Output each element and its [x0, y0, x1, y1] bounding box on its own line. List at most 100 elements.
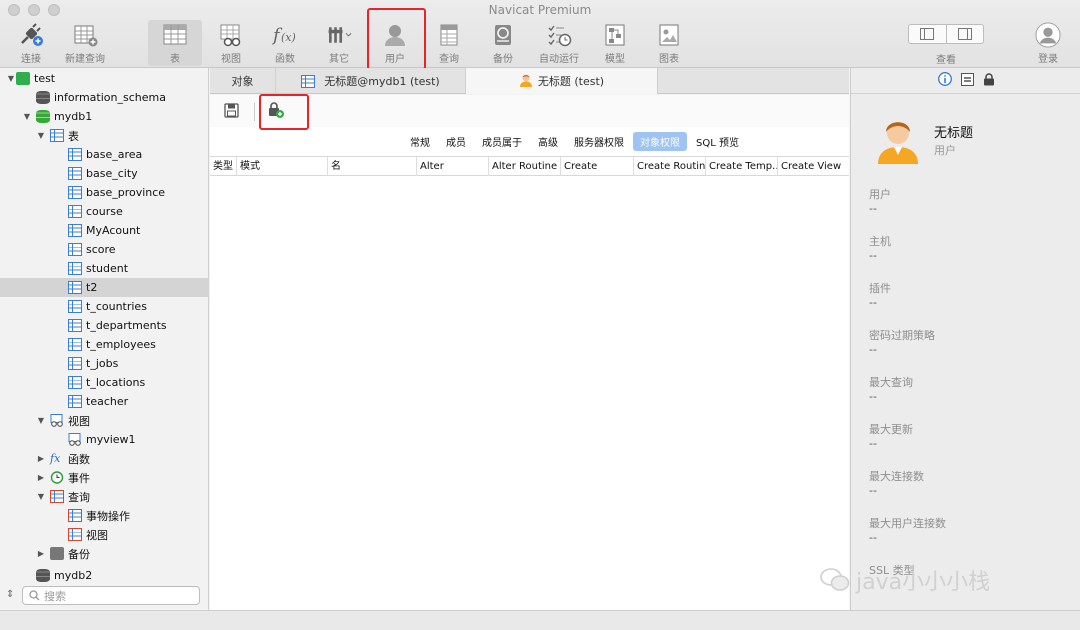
tree-table[interactable]: t_countries [0, 297, 209, 316]
column-header-create-routine[interactable]: Create Routine [634, 157, 706, 176]
tree-table[interactable]: base_province [0, 183, 209, 202]
table-icon [68, 262, 82, 275]
tree-table[interactable]: student [0, 259, 209, 278]
tree-table[interactable]: score [0, 240, 209, 259]
toolbar-table-button[interactable]: 表 [148, 20, 202, 66]
tree-table[interactable]: base_area [0, 145, 209, 164]
toolbar-function-button[interactable]: f (x) 函数 [258, 20, 312, 66]
search-input[interactable]: 搜索 [22, 586, 200, 605]
tree-table[interactable]: t_employees [0, 335, 209, 354]
toolbar-new-query-button[interactable]: 新建查询 [58, 20, 112, 66]
column-header-create[interactable]: Create [561, 157, 634, 176]
toolbar-other-button[interactable]: 其它 [312, 20, 366, 66]
query-icon [68, 509, 82, 522]
tree-table[interactable]: base_city [0, 164, 209, 183]
tree-table[interactable]: t_departments [0, 316, 209, 335]
info-icon[interactable] [937, 72, 952, 89]
disclosure-closed-icon[interactable]: ▶ [36, 473, 46, 482]
info-panel-toolbar [851, 68, 1080, 94]
disclosure-open-icon[interactable]: ▼ [36, 492, 46, 501]
tree-table[interactable]: t_locations [0, 373, 209, 392]
subtab-member-of[interactable]: 成员属于 [475, 132, 529, 151]
sidebar-toggle-icon[interactable] [909, 25, 946, 43]
toolbar-model-button[interactable]: 模型 [588, 20, 642, 66]
ddl-icon[interactable] [960, 72, 974, 89]
subtab-advanced[interactable]: 高级 [531, 132, 565, 151]
tree-query[interactable]: 视图 [0, 525, 209, 544]
field-max-queries-label: 最大查询 [869, 376, 913, 389]
table-icon [68, 300, 82, 313]
disclosure-open-icon[interactable]: ▼ [22, 112, 32, 121]
tree-db-information-schema[interactable]: information_schema [0, 88, 209, 107]
tab-table-designer[interactable]: 无标题@mydb1 (test) [276, 68, 466, 94]
disclosure-closed-icon[interactable]: ▶ [36, 454, 46, 463]
view-label: 查看 [936, 55, 956, 66]
tree-group-views[interactable]: ▼ 视图 [0, 411, 209, 430]
disclosure-open-icon[interactable]: ▼ [6, 74, 16, 83]
disclosure-open-icon[interactable]: ▼ [36, 416, 46, 425]
tree-table-selected[interactable]: t2 [0, 278, 209, 297]
field-max-user-connections-label: 最大用户连接数 [869, 517, 946, 530]
column-header-name[interactable]: 名 [328, 157, 417, 176]
search-placeholder: 搜索 [44, 589, 66, 603]
tab-objects[interactable]: 对象 [210, 68, 276, 94]
tree-item-label: myview1 [86, 433, 136, 446]
info-panel: 无标题 用户 用户 -- 主机 -- 插件 -- 密码过期策略 -- 最大查询 … [850, 68, 1080, 610]
column-header-type[interactable]: 类型 [210, 157, 237, 176]
function-icon: fx [50, 452, 61, 465]
save-icon[interactable] [224, 103, 239, 121]
subtab-general[interactable]: 常规 [403, 132, 437, 151]
subtab-members[interactable]: 成员 [439, 132, 473, 151]
subtab-object-privileges[interactable]: 对象权限 [633, 131, 688, 151]
toolbar-view-button[interactable]: 视图 [204, 20, 258, 66]
tree-table[interactable]: course [0, 202, 209, 221]
tree-group-queries[interactable]: ▼ 查询 [0, 487, 209, 506]
subtab-sql-preview[interactable]: SQL 预览 [689, 132, 746, 151]
tree-db-mydb2[interactable]: mydb2 [0, 566, 209, 585]
tree-table[interactable]: MyAcount [0, 221, 209, 240]
disclosure-closed-icon[interactable]: ▶ [36, 549, 46, 558]
tree-group-tables[interactable]: ▼ 表 [0, 126, 209, 145]
backup-icon [50, 547, 64, 560]
lock-icon[interactable] [983, 72, 995, 89]
column-header-create-temp[interactable]: Create Temp… [706, 157, 778, 176]
column-header-alter[interactable]: Alter [417, 157, 489, 176]
subtab-server-privileges[interactable]: 服务器权限 [567, 132, 631, 151]
toolbar-chart-button[interactable]: 图表 [642, 20, 696, 66]
tree-item-label: mydb2 [54, 569, 93, 582]
toolbar-connect-button[interactable]: 连接 [4, 20, 58, 66]
tree-group-functions[interactable]: ▶ fx 函数 [0, 449, 209, 468]
table-icon [68, 281, 82, 294]
tree-group-events[interactable]: ▶ 事件 [0, 468, 209, 487]
tree-db-mydb1[interactable]: ▼ mydb1 [0, 107, 209, 126]
info-panel-toggle-icon[interactable] [945, 25, 984, 43]
column-header-create-view[interactable]: Create View [778, 157, 849, 176]
tree-view[interactable]: myview1 [0, 430, 209, 449]
chart-icon [656, 22, 682, 48]
tree-connection-test[interactable]: ▼ test [0, 69, 209, 88]
column-header-schema[interactable]: 模式 [237, 157, 328, 176]
clock-icon [50, 471, 64, 484]
login-button[interactable]: 登录 [1021, 20, 1075, 66]
filter-stepper-icon[interactable]: ⇕ [6, 589, 14, 600]
disclosure-open-icon[interactable]: ▼ [36, 131, 46, 140]
tree-table[interactable]: teacher [0, 392, 209, 411]
watermark: java小小小栈 [820, 564, 990, 596]
tables-folder-icon [50, 129, 64, 142]
tree-query[interactable]: 事物操作 [0, 506, 209, 525]
column-header-alter-routine[interactable]: Alter Routine [489, 157, 561, 176]
watermark-text: java小小小栈 [856, 570, 991, 595]
privilege-grid-body[interactable] [210, 177, 849, 610]
tree-group-backups[interactable]: ▶ 备份 [0, 544, 209, 563]
table-icon [68, 186, 82, 199]
toolbar-backup-button[interactable]: 备份 [476, 20, 530, 66]
tree-item-label: t_countries [86, 300, 147, 313]
tab-user-editor[interactable]: 无标题 (test) [466, 68, 658, 94]
table-icon [68, 167, 82, 180]
tab-label: 无标题@mydb1 (test) [324, 75, 440, 88]
view-toggle[interactable] [908, 24, 984, 44]
toolbar-query-button[interactable]: 查询 [422, 20, 476, 66]
toolbar-schedule-button[interactable]: 自动运行 [532, 20, 586, 66]
toolbar-button-label: 查询 [439, 54, 459, 65]
tree-table[interactable]: t_jobs [0, 354, 209, 373]
